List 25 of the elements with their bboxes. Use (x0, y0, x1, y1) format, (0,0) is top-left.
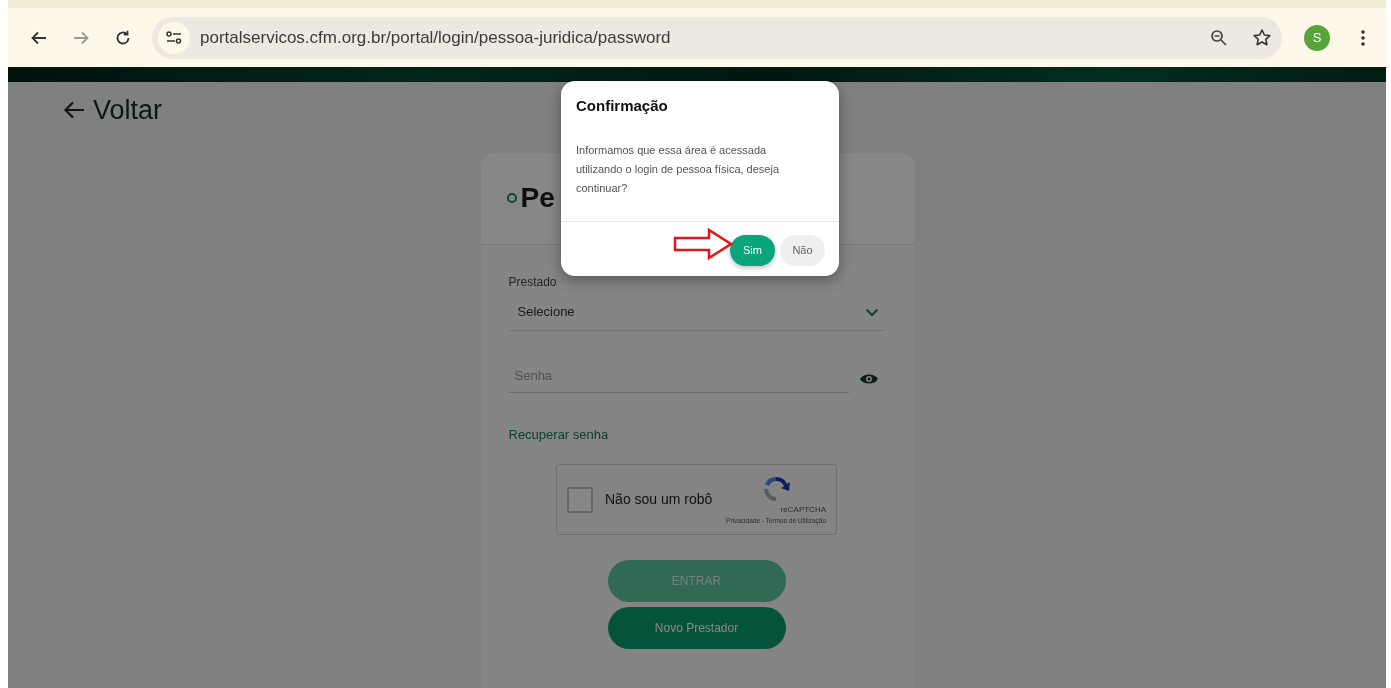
profile-avatar[interactable]: S (1304, 24, 1330, 51)
site-settings-icon[interactable] (158, 21, 190, 54)
bookmark-star-icon[interactable] (1252, 27, 1272, 48)
captcha-checkbox[interactable] (567, 486, 593, 513)
reload-icon (114, 28, 132, 47)
back-arrow-icon (63, 100, 85, 121)
card-title: Pe (520, 181, 555, 215)
recover-password-link[interactable]: Recuperar senha (508, 424, 609, 444)
menu-icon[interactable] (1360, 28, 1366, 47)
confirm-button[interactable]: Sim (730, 235, 775, 266)
url-text: portalservicos.cfm.org.br/portal/login/pessoa-juridica/password (200, 26, 672, 49)
provider-label: Prestado (508, 273, 558, 291)
cancel-button[interactable]: Não (780, 235, 825, 266)
dialog-title: Confirmação (575, 96, 669, 115)
back-link[interactable]: Voltar (63, 90, 163, 131)
recaptcha-brand: reCAPTCHA (780, 503, 826, 516)
zoom-out-icon[interactable] (1210, 28, 1228, 47)
chevron-down-icon (864, 307, 879, 317)
dialog-message: Informamos que essa área é acessada utilizando o login de pessoa física, deseja continuar? (575, 143, 781, 196)
address-bar[interactable]: portalservicos.cfm.org.br/portal/login/pessoa-juridica/password (152, 16, 1282, 59)
form-button[interactable]: Novo Prestador (607, 607, 786, 649)
captcha-label: Não sou um robô (605, 490, 714, 509)
provider-select[interactable]: Selecione (508, 294, 885, 331)
pointer-arrow-drawing (673, 228, 733, 260)
bullet-icon (506, 193, 517, 203)
